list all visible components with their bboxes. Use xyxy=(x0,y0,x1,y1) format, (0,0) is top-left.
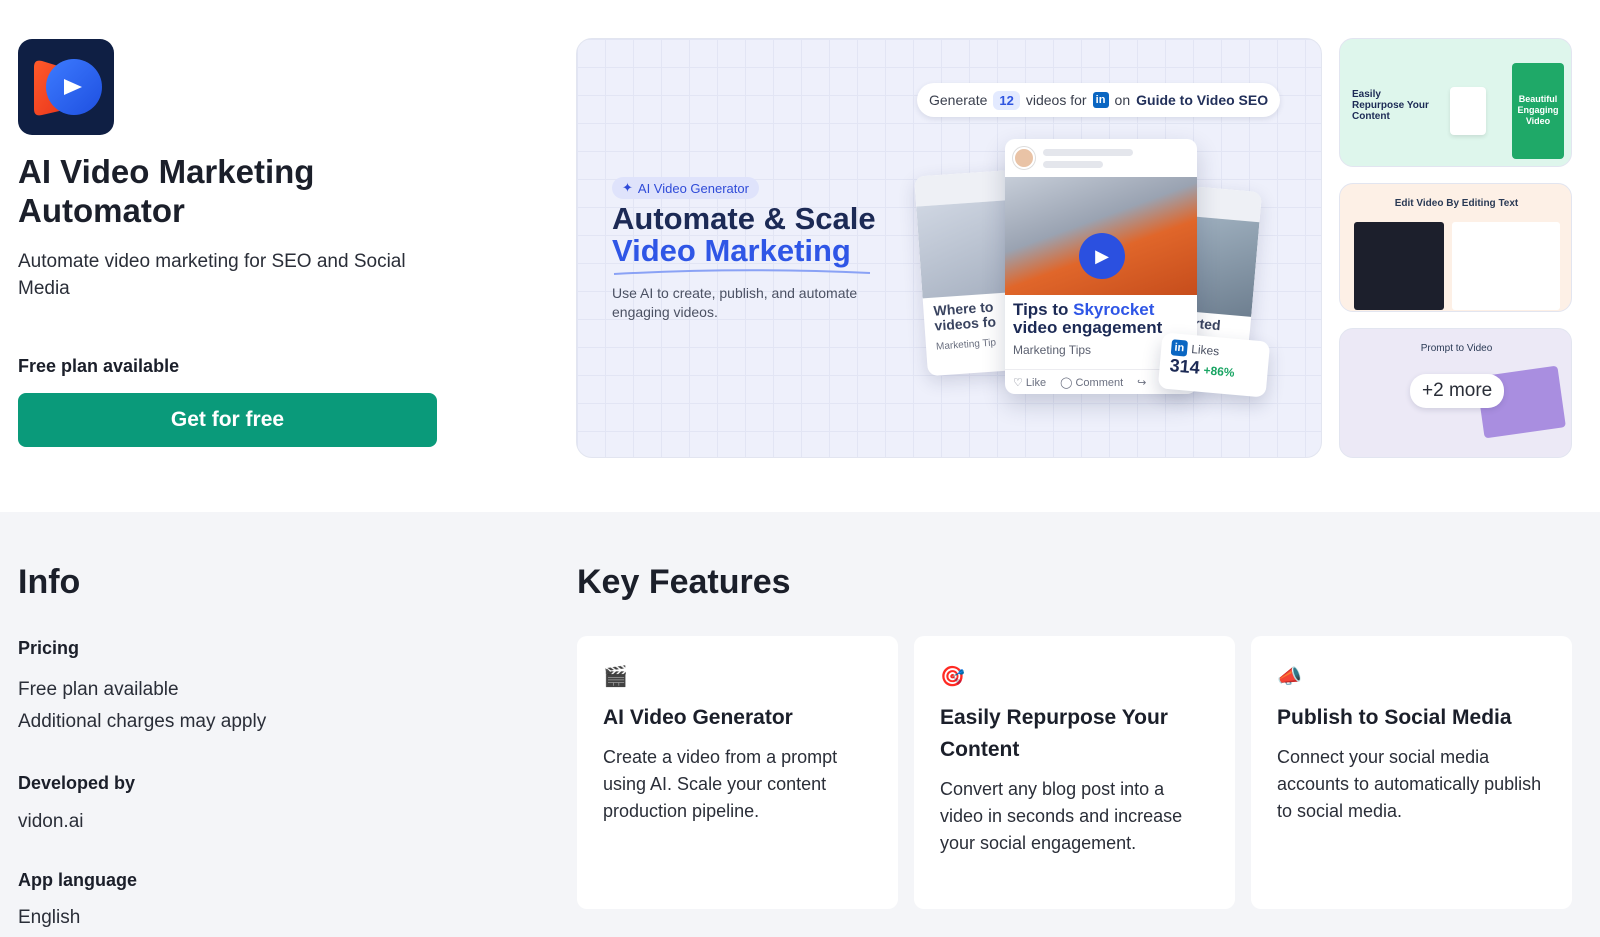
generate-prefix: Generate xyxy=(929,92,988,108)
screenshot-thumbnail-3[interactable]: Prompt to Video +2 more xyxy=(1339,328,1572,458)
likes-delta: +86% xyxy=(1202,363,1236,380)
linkedin-icon: in xyxy=(1170,339,1189,357)
back-left-category: Marketing Tip xyxy=(935,337,997,353)
feature-description: Create a video from a prompt using AI. S… xyxy=(603,747,838,821)
feature-title: AI Video Generator xyxy=(603,706,793,729)
underline-decoration xyxy=(613,269,871,275)
more-screenshots-button[interactable]: +2 more xyxy=(1410,374,1505,408)
hero-headline-2: Video Marketing xyxy=(612,233,851,268)
pricing-line-1: Free plan available xyxy=(18,679,179,700)
play-logo-icon xyxy=(34,59,102,116)
feature-title: Easily Repurpose Your Content xyxy=(940,706,1168,761)
pricing-label: Pricing xyxy=(18,638,80,658)
sparkle-icon: ✦ xyxy=(622,180,633,195)
clapperboard-icon: 🎬 xyxy=(603,666,628,688)
post-title: Tips to Skyrocket video engagement xyxy=(1013,301,1163,337)
avatar xyxy=(1013,147,1035,169)
developer-label: Developed by xyxy=(18,773,136,793)
likes-card: in Likes 314 +86% xyxy=(1157,332,1271,398)
generate-mid: videos for xyxy=(1025,92,1087,108)
info-heading: Info xyxy=(18,563,81,601)
feature-card-repurpose-content: 🎯 Easily Repurpose Your Content Convert … xyxy=(914,636,1235,909)
hero-subtext: Use AI to create, publish, and automate … xyxy=(612,285,858,320)
screenshot-thumbnail-2[interactable]: Edit Video By Editing Text xyxy=(1339,183,1572,312)
feature-title: Publish to Social Media xyxy=(1277,706,1512,729)
likes-count: 314 xyxy=(1168,355,1201,378)
comment-action: ◯ Comment xyxy=(1060,376,1124,389)
plan-label: Free plan available xyxy=(18,356,180,376)
ai-tag-label: AI Video Generator xyxy=(637,180,749,196)
feature-description: Convert any blog post into a video in se… xyxy=(940,779,1183,853)
target-icon: 🎯 xyxy=(940,666,965,688)
app-logo xyxy=(18,39,114,135)
feature-description: Connect your social media accounts to au… xyxy=(1277,747,1542,821)
post-category: Marketing Tips xyxy=(1013,343,1092,357)
key-features-heading: Key Features xyxy=(577,563,791,601)
linkedin-icon: in xyxy=(1092,92,1109,108)
pricing-line-2: Additional charges may apply xyxy=(18,711,267,732)
generate-count: 12 xyxy=(993,90,1020,110)
like-action: ♡ Like xyxy=(1013,376,1047,389)
hero-screenshot[interactable]: Generate 12 videos for in on Guide to Vi… xyxy=(576,38,1322,458)
generate-target: Guide to Video SEO xyxy=(1136,92,1269,108)
play-icon[interactable]: ▶ xyxy=(1079,233,1125,279)
get-for-free-button[interactable]: Get for free xyxy=(18,393,437,447)
feature-card-publish-social: 📣 Publish to Social Media Connect your s… xyxy=(1251,636,1572,909)
language-value: English xyxy=(18,907,81,928)
app-tagline: Automate video marketing for SEO and Soc… xyxy=(18,251,406,299)
generate-on: on xyxy=(1114,92,1131,108)
screenshot-thumbnail-1[interactable]: Easily Repurpose Your Content Beautiful … xyxy=(1339,38,1572,167)
megaphone-icon: 📣 xyxy=(1277,666,1302,688)
language-label: App language xyxy=(18,870,138,890)
hero-headline-1: Automate & Scale xyxy=(612,201,876,236)
app-header-section: AI Video Marketing Automator Automate vi… xyxy=(0,0,1600,512)
ai-generator-tag: ✦ AI Video Generator xyxy=(612,177,759,199)
generate-pill: Generate 12 videos for in on Guide to Vi… xyxy=(917,83,1281,117)
developer-name: vidon.ai xyxy=(18,811,84,832)
app-title: AI Video Marketing Automator xyxy=(18,153,315,229)
feature-card-ai-video-generator: 🎬 AI Video Generator Create a video from… xyxy=(577,636,898,909)
share-icon: ↪ xyxy=(1137,376,1147,389)
